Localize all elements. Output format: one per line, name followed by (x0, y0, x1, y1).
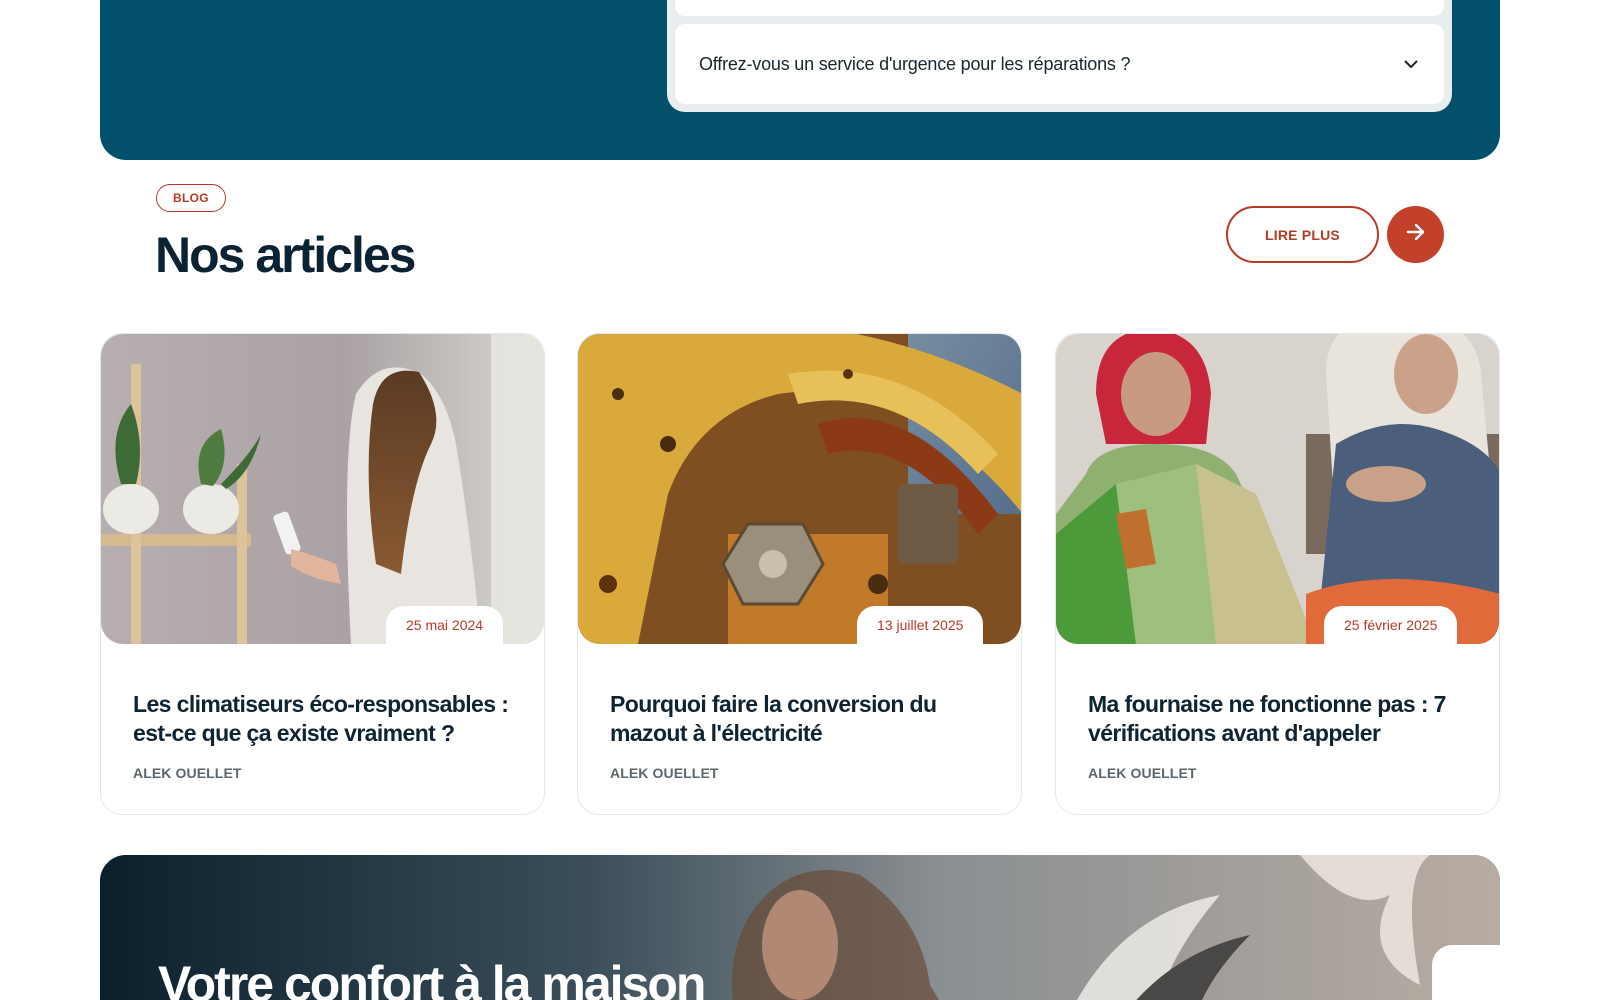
banner-title: Votre confort à la maison (158, 956, 706, 1000)
chevron-down-icon[interactable] (1402, 55, 1420, 73)
hero-banner: Votre confort à la maison (100, 855, 1500, 1000)
article-title[interactable]: Ma fournaise ne fonctionne pas : 7 vérif… (1088, 690, 1478, 748)
article-title[interactable]: Pourquoi faire la conversion du mazout à… (610, 690, 1000, 748)
article-date: 25 mai 2024 (386, 606, 504, 644)
article-author: ALEK OUELLET (1088, 765, 1197, 781)
article-title[interactable]: Les climatiseurs éco-responsables : est-… (133, 690, 523, 748)
article-image[interactable]: 25 mai 2024 (101, 334, 544, 644)
banner-overlay-card (1432, 945, 1512, 1000)
article-author: ALEK OUELLET (610, 765, 719, 781)
section-title: Nos articles (155, 227, 416, 283)
article-card[interactable]: 25 mai 2024 Les climatiseurs éco-respons… (100, 333, 545, 815)
article-card[interactable]: 13 juillet 2025 Pourquoi faire la conver… (577, 333, 1022, 815)
blog-badge: BLOG (156, 184, 226, 212)
article-image[interactable]: 13 juillet 2025 (578, 334, 1021, 644)
article-card[interactable]: 25 février 2025 Ma fournaise ne fonction… (1055, 333, 1500, 815)
article-date: 13 juillet 2025 (857, 606, 984, 644)
faq-question: Offrez-vous un service d'urgence pour le… (699, 53, 1131, 74)
arrow-right-icon (1406, 223, 1426, 246)
read-more-button[interactable]: LIRE PLUS (1226, 206, 1379, 263)
faq-item[interactable]: Offrez-vous un service d'urgence pour le… (675, 24, 1444, 104)
article-image[interactable]: 25 février 2025 (1056, 334, 1499, 644)
faq-item[interactable] (675, 0, 1444, 16)
arrow-right-button[interactable] (1387, 206, 1444, 263)
article-date: 25 février 2025 (1324, 606, 1458, 644)
article-author: ALEK OUELLET (133, 765, 242, 781)
